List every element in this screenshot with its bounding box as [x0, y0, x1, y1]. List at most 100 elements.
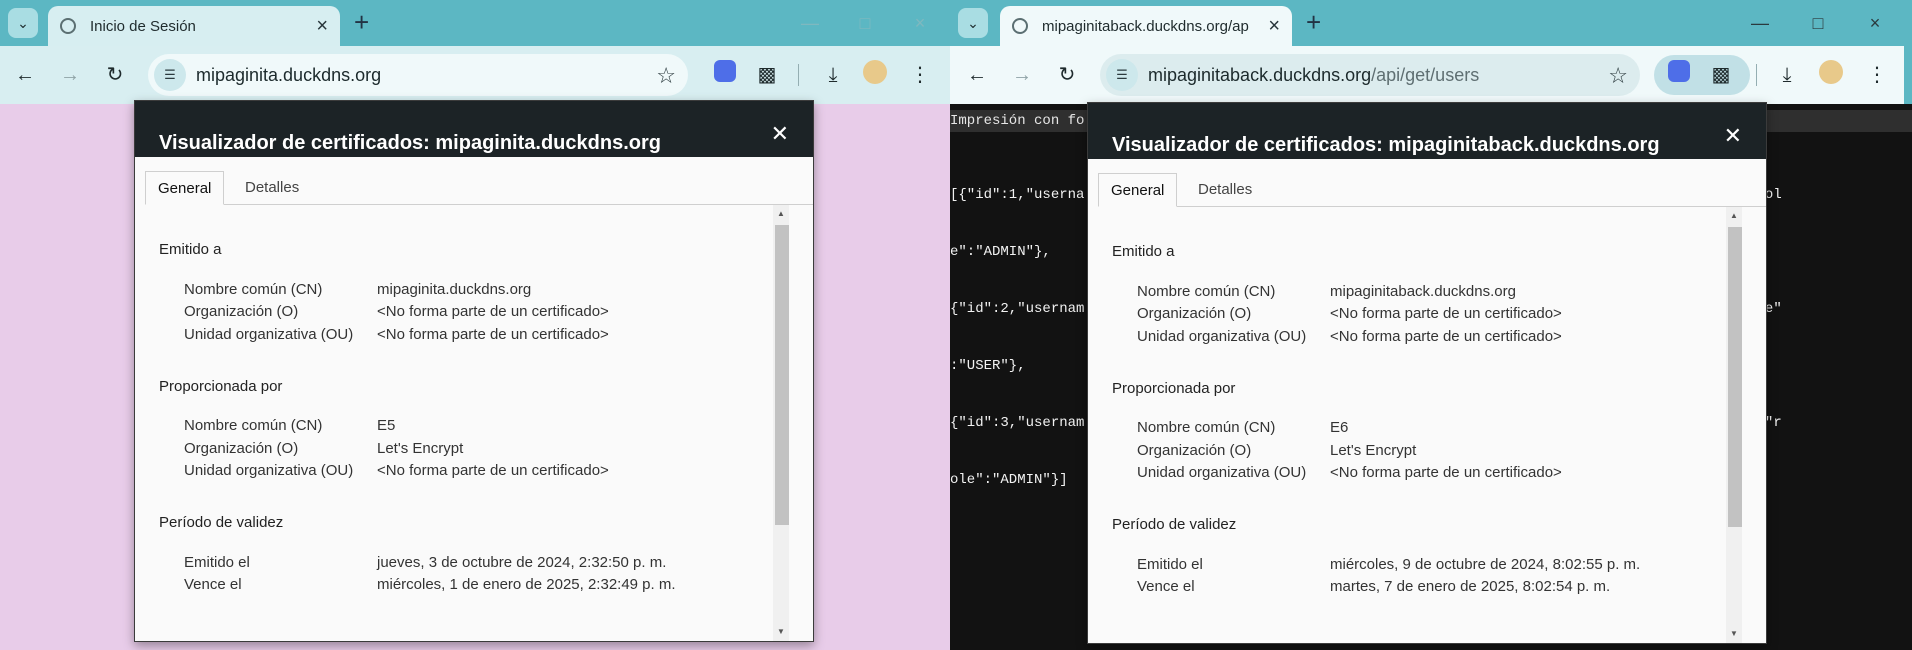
dialog-scrollbar[interactable]: ▲ ▼ [1726, 207, 1742, 643]
tab-login[interactable]: Inicio de Sesión × [48, 6, 340, 46]
site-info-button[interactable]: ☰ [1106, 59, 1138, 91]
url-host: mipaginitaback.duckdns.org [1148, 64, 1372, 85]
field-row: Organización (O) Let's Encrypt [1112, 439, 1726, 462]
field-label: Unidad organizativa (OU) [1137, 327, 1307, 345]
tab-search-button[interactable]: ⌄ [8, 8, 38, 38]
extension-button[interactable] [710, 60, 740, 90]
field-label: Unidad organizativa (OU) [1137, 464, 1307, 482]
tab-general[interactable]: General [145, 171, 225, 205]
downloads-button[interactable]: ⤓ [1772, 60, 1802, 90]
back-button[interactable]: ← [10, 60, 40, 90]
site-info-button[interactable]: ☰ [154, 59, 186, 91]
star-icon[interactable]: ☆ [1608, 63, 1628, 89]
certificate-viewer-dialog: Visualizador de certificados: mipaginita… [1087, 102, 1767, 644]
dialog-header: Visualizador de certificados: mipaginita… [1088, 103, 1766, 159]
dialog-close-button[interactable]: ✕ [1724, 125, 1742, 147]
reload-button[interactable]: ↻ [1052, 60, 1082, 90]
extensions-button[interactable]: ▩ [752, 60, 782, 90]
left-browser-window: ⌄ Inicio de Sesión × + — □ × ← → ↻ ☰ mip… [0, 0, 950, 650]
toolbar: ← → ↻ ☰ mipaginita.duckdns.org ☆ ▩ ⤓ ⋮ [0, 46, 950, 104]
field-label: Vence el [1137, 578, 1195, 596]
scroll-up-icon[interactable]: ▲ [773, 207, 789, 221]
field-value: Let's Encrypt [377, 439, 464, 457]
chevron-down-icon: ⌄ [967, 14, 979, 31]
maximize-button[interactable]: □ [850, 8, 880, 38]
menu-button[interactable]: ⋮ [905, 60, 935, 90]
extension-app-icon [714, 60, 736, 82]
field-value: mipaginita.duckdns.org [377, 280, 532, 298]
reload-icon: ↻ [106, 64, 124, 86]
profile-button[interactable] [1816, 60, 1846, 90]
star-icon[interactable]: ☆ [656, 63, 676, 89]
maximize-button[interactable]: □ [1803, 8, 1833, 38]
dialog-close-button[interactable]: ✕ [771, 123, 789, 145]
field-value: <No forma parte de un certificado> [377, 325, 609, 343]
tab-title: mipaginitaback.duckdns.org/ap [1042, 17, 1249, 35]
puzzle-icon: ▩ [757, 64, 777, 86]
field-value: <No forma parte de un certificado> [1330, 305, 1562, 323]
tab-general[interactable]: General [1098, 173, 1178, 207]
close-icon[interactable]: × [316, 15, 328, 38]
profile-button[interactable] [860, 60, 890, 90]
field-row: Nombre común (CN) E5 [159, 415, 773, 438]
field-label: Unidad organizativa (OU) [184, 325, 354, 343]
field-label: Unidad organizativa (OU) [184, 462, 354, 480]
close-icon[interactable]: × [1268, 15, 1280, 38]
avatar [863, 60, 887, 84]
field-row: Organización (O) Let's Encrypt [159, 437, 773, 460]
section-title: Proporcionada por [159, 377, 283, 395]
section-issued-to: Emitido a Nombre común (CN) mipaginitabac… [1112, 243, 1726, 348]
field-value: Let's Encrypt [1330, 441, 1417, 459]
close-icon: × [1869, 13, 1881, 33]
minimize-button[interactable]: — [795, 8, 825, 38]
downloads-button[interactable]: ⤓ [818, 60, 848, 90]
tab-details[interactable]: Detalles [1186, 173, 1264, 207]
field-label: Nombre común (CN) [1137, 282, 1276, 300]
field-label: Organización (O) [184, 439, 299, 457]
close-window-button[interactable]: × [1860, 8, 1890, 38]
back-button[interactable]: ← [962, 60, 992, 90]
tab-api-users[interactable]: mipaginitaback.duckdns.org/ap × [1000, 6, 1292, 46]
section-title: Emitido a [159, 241, 222, 258]
minimize-button[interactable]: — [1745, 8, 1775, 38]
new-tab-button[interactable]: + [354, 8, 369, 36]
puzzle-icon: ▩ [1711, 64, 1731, 86]
toolbar: ← → ↻ ☰ mipaginitaback.duckdns.org/api/g… [950, 46, 1912, 104]
toolbar-separator [1756, 64, 1757, 86]
extension-button[interactable] [1664, 60, 1694, 90]
field-label: Nombre común (CN) [184, 280, 323, 298]
close-window-button[interactable]: × [905, 8, 935, 38]
address-bar[interactable]: ☰ mipaginita.duckdns.org ☆ [148, 54, 688, 96]
scroll-down-icon[interactable]: ▼ [1726, 627, 1742, 641]
menu-button[interactable]: ⋮ [1862, 60, 1892, 90]
section-issued-by: Proporcionada por Nombre común (CN) E6 Or… [1112, 380, 1726, 485]
scroll-up-icon[interactable]: ▲ [1726, 209, 1742, 223]
scroll-down-icon[interactable]: ▼ [773, 625, 789, 639]
field-row: Vence el miércoles, 1 de enero de 2025, 2… [159, 574, 773, 597]
address-bar[interactable]: ☰ mipaginitaback.duckdns.org/api/get/use… [1100, 54, 1640, 96]
tab-search-button[interactable]: ⌄ [958, 8, 988, 38]
tab-details[interactable]: Detalles [233, 171, 311, 205]
scroll-thumb[interactable] [775, 225, 789, 525]
globe-icon [60, 18, 76, 34]
field-value: jueves, 3 de octubre de 2024, 2:32:50 p.… [377, 553, 667, 571]
section-validity: Período de validez Emitido el miércoles, … [1112, 516, 1726, 598]
reload-button[interactable]: ↻ [100, 60, 130, 90]
dialog-scrollbar[interactable]: ▲ ▼ [773, 205, 789, 641]
extensions-button[interactable]: ▩ [1706, 60, 1736, 90]
url-host: mipaginita.duckdns.org [196, 64, 382, 85]
arrow-left-icon: ← [15, 64, 35, 86]
section-validity: Período de validez Emitido el jueves, 3 d… [159, 514, 773, 596]
forward-button[interactable]: → [55, 60, 85, 90]
forward-button[interactable]: → [1007, 60, 1037, 90]
section-title: Período de validez [1112, 516, 1237, 533]
field-value: E5 [377, 417, 396, 435]
certificate-details: Emitido a Nombre común (CN) mipaginita.du… [159, 241, 773, 628]
field-value: <No forma parte de un certificado> [377, 303, 609, 321]
pretty-print-label[interactable]: Impresión con fo [950, 113, 1084, 129]
field-row: Nombre común (CN) mipaginitaback.duckdns.… [1112, 280, 1726, 303]
new-tab-button[interactable]: + [1306, 8, 1321, 36]
field-row: Vence el martes, 7 de enero de 2025, 8:02… [1112, 576, 1726, 599]
scroll-thumb[interactable] [1728, 227, 1742, 527]
field-row: Organización (O) <No forma parte de un ce… [1112, 303, 1726, 326]
